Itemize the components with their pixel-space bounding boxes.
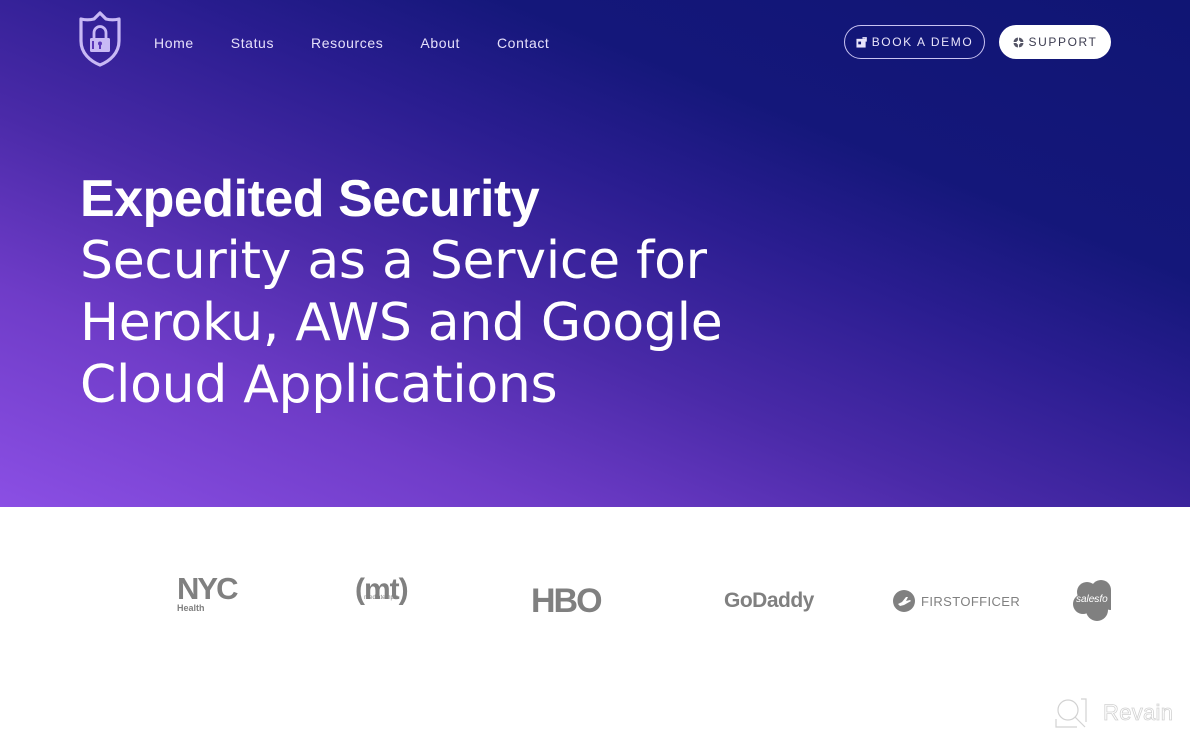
hero-subtitle: Security as a Service for Heroku, AWS an… bbox=[80, 230, 723, 416]
airplane-icon bbox=[893, 590, 915, 612]
salesforce-cloud-icon: salesfo bbox=[1073, 580, 1111, 622]
logo-godaddy-text: GoDaddy bbox=[724, 589, 814, 612]
logo-salesforce: salesfo bbox=[1073, 575, 1111, 627]
support-button[interactable]: SUPPORT bbox=[999, 25, 1111, 59]
nav-links: Home Status Resources About Contact bbox=[154, 34, 586, 52]
logo-salesforce-text: salesfo bbox=[1076, 594, 1108, 605]
customer-logos: NYC Health (mt) mediatemple HBO GoDaddy … bbox=[0, 507, 1190, 743]
logo-nyc-text: NYC bbox=[177, 571, 238, 606]
logo-godaddy: GoDaddy bbox=[724, 575, 814, 627]
hero-subtitle-line: Security as a Service for bbox=[80, 231, 707, 291]
lifebuoy-icon bbox=[1012, 36, 1024, 48]
nav-link-about[interactable]: About bbox=[420, 34, 460, 52]
top-nav: Home Status Resources About Contact BOOK… bbox=[0, 0, 1190, 85]
site-logo[interactable] bbox=[78, 11, 122, 67]
book-demo-button[interactable]: BOOK A DEMO bbox=[844, 25, 985, 59]
revain-text: Revain bbox=[1103, 700, 1174, 726]
shield-lock-icon bbox=[79, 11, 121, 67]
hero-section: Home Status Resources About Contact BOOK… bbox=[0, 0, 1190, 507]
logo-firstofficer: FIRSTOFFICER bbox=[893, 575, 1020, 627]
book-demo-label: BOOK A DEMO bbox=[871, 35, 974, 49]
support-label: SUPPORT bbox=[1028, 35, 1098, 49]
logo-mediatemple: (mt) mediatemple bbox=[355, 575, 409, 627]
hero-subtitle-line: Heroku, AWS and Google bbox=[80, 293, 723, 353]
hero-subtitle-line: Cloud Applications bbox=[80, 355, 558, 415]
hero-headline: Expedited Security Security as a Service… bbox=[80, 168, 723, 416]
nav-link-resources[interactable]: Resources bbox=[311, 34, 383, 52]
hero-title: Expedited Security bbox=[80, 170, 540, 228]
revain-watermark: Revain bbox=[1055, 697, 1173, 729]
logo-hbo: HBO bbox=[531, 575, 603, 627]
nav-link-contact[interactable]: Contact bbox=[497, 34, 549, 52]
logo-mt-sub: mediatemple bbox=[364, 595, 399, 601]
nav-link-status[interactable]: Status bbox=[231, 34, 274, 52]
nav-link-home[interactable]: Home bbox=[154, 34, 194, 52]
calendar-share-icon bbox=[856, 36, 867, 48]
logo-firstofficer-text: FIRSTOFFICER bbox=[921, 593, 1021, 609]
logo-nyc-sub: Health bbox=[177, 603, 205, 613]
revain-logo-icon bbox=[1055, 698, 1087, 728]
logo-nyc-health: NYC Health bbox=[177, 571, 238, 627]
logo-hbo-text: HBO bbox=[531, 581, 603, 620]
